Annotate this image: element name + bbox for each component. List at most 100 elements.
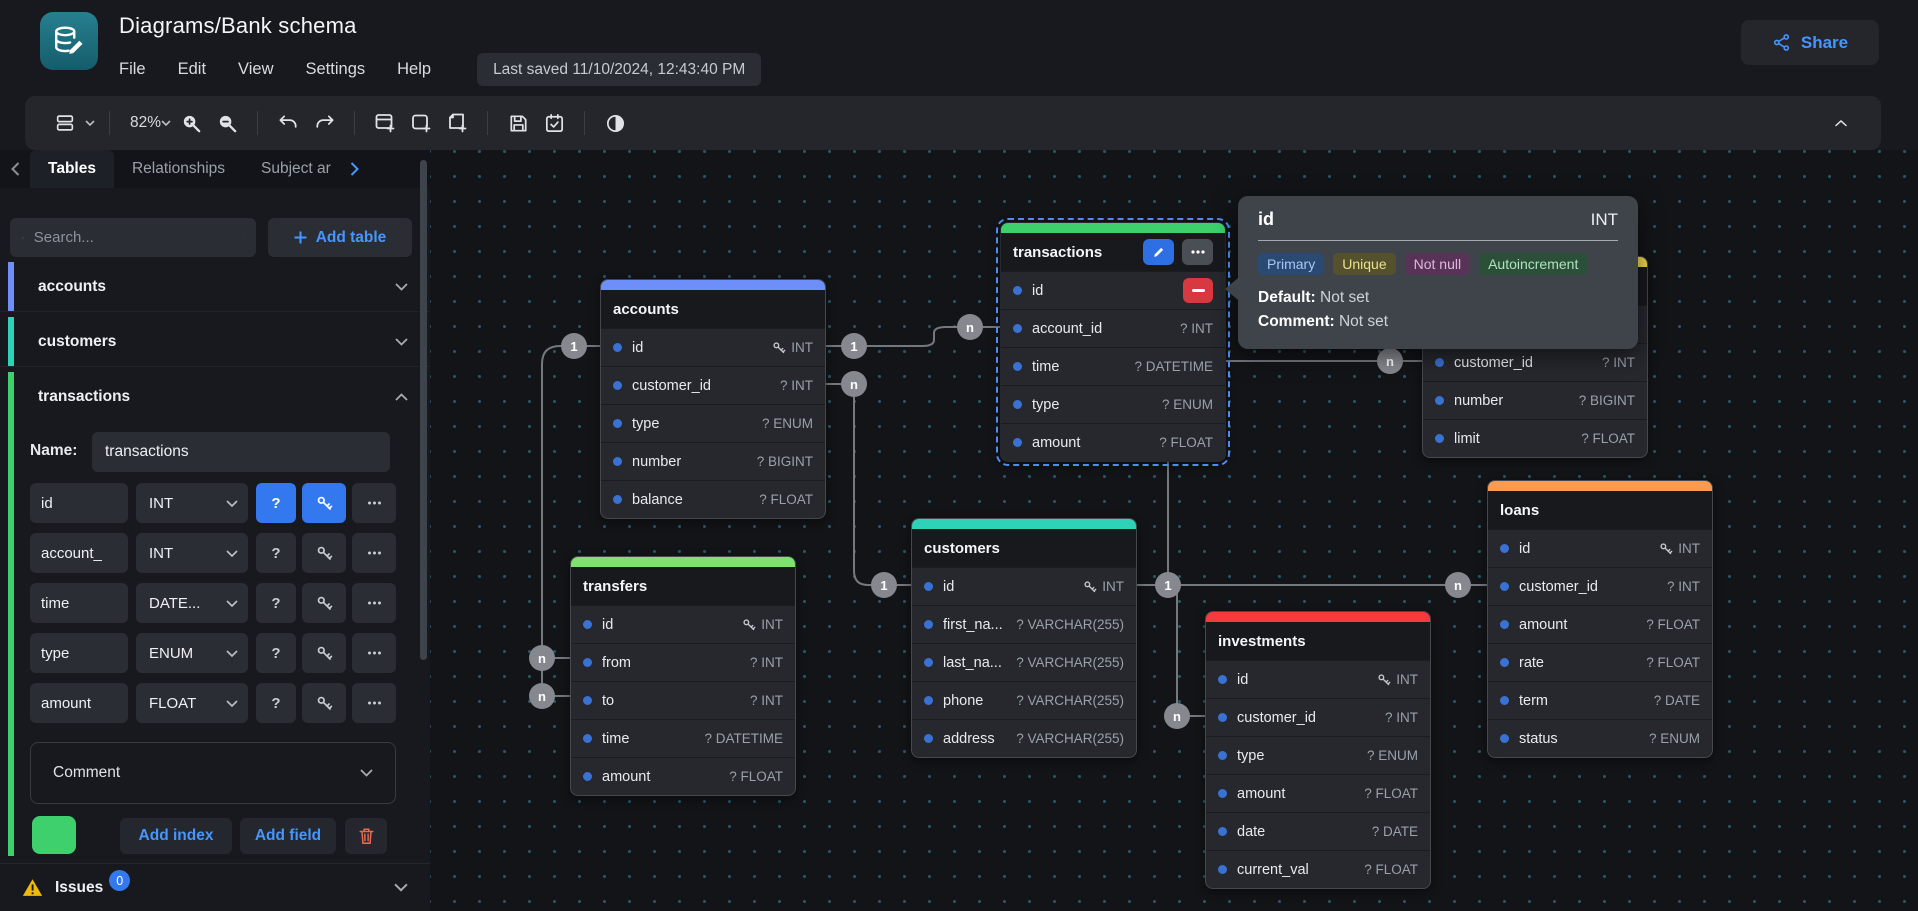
chevron-down-icon[interactable] xyxy=(161,120,171,126)
table-field-row[interactable]: from? INT xyxy=(571,643,795,681)
nullable-toggle[interactable]: ? xyxy=(256,683,296,723)
chevron-down-icon[interactable] xyxy=(243,234,244,241)
delete-field-button[interactable] xyxy=(1183,278,1213,303)
menu-view[interactable]: View xyxy=(238,60,273,79)
chevron-down-icon[interactable] xyxy=(395,333,408,351)
canvas-table-customers[interactable]: customersidINTfirst_na...? VARCHAR(255)l… xyxy=(911,518,1137,758)
table-field-row[interactable]: amount? FLOAT xyxy=(1001,423,1225,461)
table-color-swatch[interactable] xyxy=(32,816,76,854)
comment-accordion[interactable]: Comment xyxy=(30,742,396,804)
canvas-table-transfers[interactable]: transfersidINTfrom? INTto? INTtime? DATE… xyxy=(570,556,796,796)
field-type-select[interactable]: FLOAT xyxy=(136,683,248,723)
sidebar-item-transactions[interactable]: transactions xyxy=(0,372,430,422)
table-field-row[interactable]: time? DATETIME xyxy=(1001,347,1225,385)
zoom-level[interactable]: 82% xyxy=(122,114,165,132)
nullable-toggle[interactable]: ? xyxy=(256,533,296,573)
table-field-row[interactable]: rate? FLOAT xyxy=(1488,643,1712,681)
primary-key-toggle[interactable] xyxy=(302,483,346,523)
table-field-row[interactable]: amount? FLOAT xyxy=(1488,605,1712,643)
table-field-row[interactable]: type? ENUM xyxy=(601,404,825,442)
table-field-row[interactable]: id xyxy=(1001,271,1225,309)
table-field-row[interactable]: customer_id? INT xyxy=(601,366,825,404)
table-field-row[interactable]: amount? FLOAT xyxy=(1206,774,1430,812)
field-name-input[interactable] xyxy=(30,483,128,523)
table-field-row[interactable]: balance? FLOAT xyxy=(601,480,825,518)
sidebar-scrollbar[interactable] xyxy=(420,160,427,660)
theme-toggle-button[interactable] xyxy=(597,105,633,141)
sidebar-item-accounts[interactable]: accounts xyxy=(0,262,430,312)
tab-relationships[interactable]: Relationships xyxy=(114,150,243,188)
table-field-row[interactable]: type? ENUM xyxy=(1001,385,1225,423)
table-field-row[interactable]: idINT xyxy=(601,328,825,366)
table-search[interactable] xyxy=(10,218,256,257)
table-field-row[interactable]: date? DATE xyxy=(1206,812,1430,850)
add-table-button[interactable]: Add table xyxy=(268,218,412,257)
table-field-row[interactable]: number? BIGINT xyxy=(601,442,825,480)
field-options-button[interactable] xyxy=(352,633,396,673)
table-field-row[interactable]: last_na...? VARCHAR(255) xyxy=(912,643,1136,681)
add-note-button[interactable] xyxy=(439,105,475,141)
redo-button[interactable] xyxy=(306,105,342,141)
chevron-up-icon[interactable] xyxy=(395,388,408,406)
diagram-canvas[interactable]: 1 n n 1 n n 1 1 n n n accountsidINTcusto… xyxy=(430,150,1918,911)
issues-bar[interactable]: Issues 0 xyxy=(0,863,430,911)
undo-button[interactable] xyxy=(270,105,306,141)
primary-key-toggle[interactable] xyxy=(302,533,346,573)
menu-settings[interactable]: Settings xyxy=(306,60,366,79)
canvas-table-investments[interactable]: investmentsidINTcustomer_id? INTtype? EN… xyxy=(1205,611,1431,889)
field-type-select[interactable]: ENUM xyxy=(136,633,248,673)
todo-button[interactable] xyxy=(536,105,572,141)
table-field-row[interactable]: customer_id? INT xyxy=(1488,567,1712,605)
field-options-button[interactable] xyxy=(352,533,396,573)
table-field-row[interactable]: phone? VARCHAR(255) xyxy=(912,681,1136,719)
nullable-toggle[interactable]: ? xyxy=(256,483,296,523)
table-field-row[interactable]: customer_id? INT xyxy=(1206,698,1430,736)
tabs-scroll-left-button[interactable] xyxy=(0,162,30,176)
table-options-button[interactable] xyxy=(1182,239,1213,265)
table-field-row[interactable]: amount? FLOAT xyxy=(571,757,795,795)
add-field-button[interactable]: Add field xyxy=(240,818,336,854)
primary-key-toggle[interactable] xyxy=(302,583,346,623)
table-field-row[interactable]: idINT xyxy=(571,605,795,643)
add-area-button[interactable] xyxy=(403,105,439,141)
table-field-row[interactable]: idINT xyxy=(1206,660,1430,698)
field-name-input[interactable] xyxy=(30,533,128,573)
add-index-button[interactable]: Add index xyxy=(120,818,232,854)
tab-tables[interactable]: Tables xyxy=(30,150,114,188)
table-field-row[interactable]: status? ENUM xyxy=(1488,719,1712,757)
canvas-table-transactions[interactable]: transactionsidaccount_id? INTtime? DATET… xyxy=(1000,222,1226,462)
tab-subject-areas[interactable]: Subject ar xyxy=(243,150,339,188)
nullable-toggle[interactable]: ? xyxy=(256,583,296,623)
chevron-down-icon[interactable] xyxy=(395,278,408,296)
field-type-select[interactable]: INT xyxy=(136,483,248,523)
table-field-row[interactable]: current_val? FLOAT xyxy=(1206,850,1430,888)
save-button[interactable] xyxy=(500,105,536,141)
table-field-row[interactable]: account_id? INT xyxy=(1001,309,1225,347)
menu-edit[interactable]: Edit xyxy=(178,60,206,79)
field-options-button[interactable] xyxy=(352,483,396,523)
field-options-button[interactable] xyxy=(352,583,396,623)
zoom-in-button[interactable] xyxy=(173,105,209,141)
table-field-row[interactable]: term? DATE xyxy=(1488,681,1712,719)
menu-file[interactable]: File xyxy=(119,60,146,79)
field-type-select[interactable]: DATE... xyxy=(136,583,248,623)
share-button[interactable]: Share xyxy=(1741,20,1879,65)
tabs-scroll-right-button[interactable] xyxy=(339,162,369,176)
table-field-row[interactable]: time? DATETIME xyxy=(571,719,795,757)
zoom-out-button[interactable] xyxy=(209,105,245,141)
table-field-row[interactable]: idINT xyxy=(912,567,1136,605)
canvas-table-accounts[interactable]: accountsidINTcustomer_id? INTtype? ENUMn… xyxy=(600,279,826,519)
menu-help[interactable]: Help xyxy=(397,60,431,79)
nullable-toggle[interactable]: ? xyxy=(256,633,296,673)
canvas-table-loans[interactable]: loansidINTcustomer_id? INTamount? FLOATr… xyxy=(1487,480,1713,758)
primary-key-toggle[interactable] xyxy=(302,683,346,723)
chevron-down-icon[interactable] xyxy=(85,120,95,126)
chevron-down-icon[interactable] xyxy=(394,879,408,897)
field-name-input[interactable] xyxy=(30,633,128,673)
table-field-row[interactable]: address? VARCHAR(255) xyxy=(912,719,1136,757)
field-name-input[interactable] xyxy=(30,583,128,623)
table-field-row[interactable]: number? BIGINT xyxy=(1423,381,1647,419)
table-field-row[interactable]: first_na...? VARCHAR(255) xyxy=(912,605,1136,643)
search-input[interactable] xyxy=(34,229,233,246)
table-name-input[interactable] xyxy=(92,432,390,472)
